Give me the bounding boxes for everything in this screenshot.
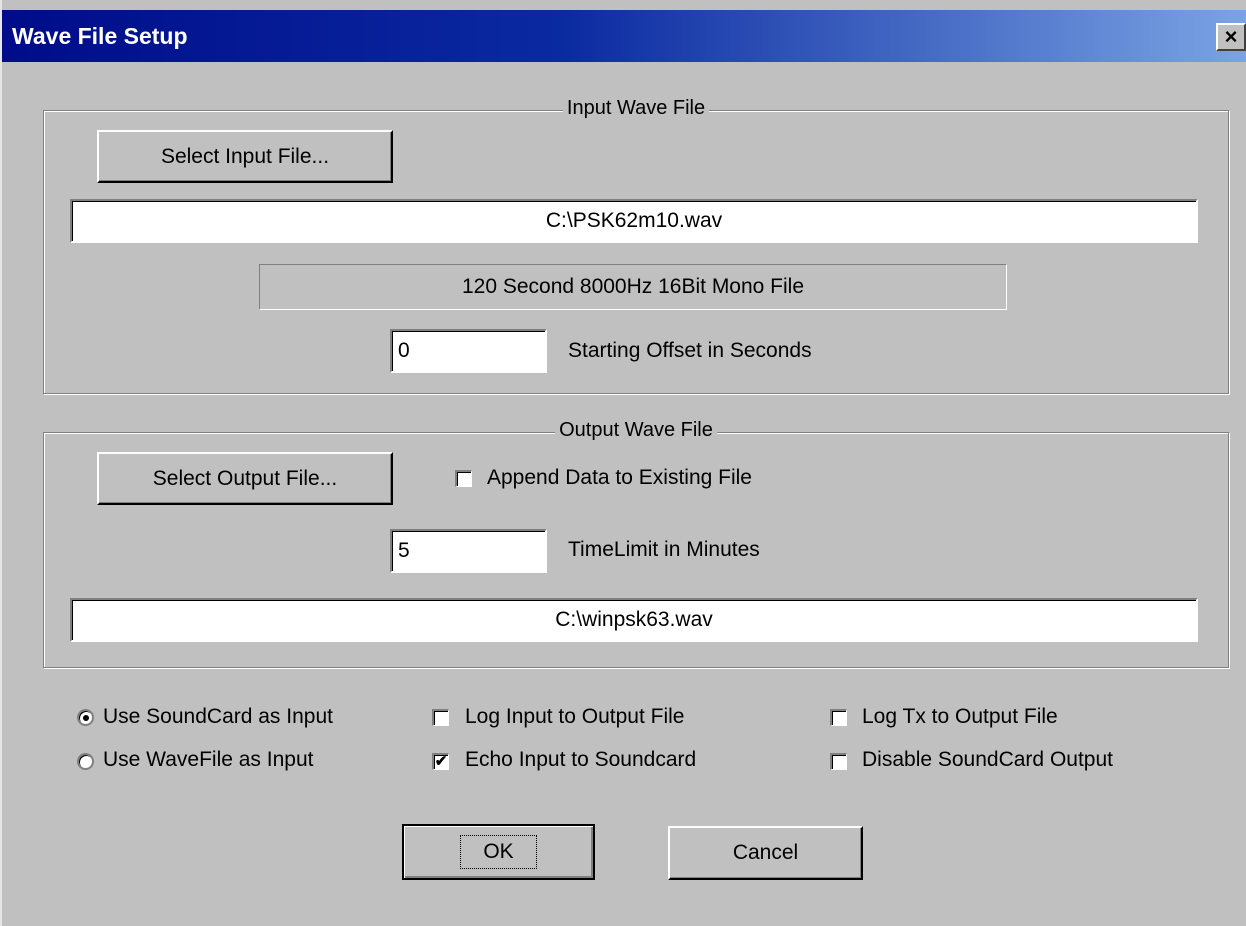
disable-output-checkbox[interactable] <box>830 753 847 770</box>
use-soundcard-label[interactable]: Use SoundCard as Input <box>103 705 333 729</box>
append-data-checkbox[interactable] <box>455 470 472 487</box>
title-bar: Wave File Setup × <box>2 10 1246 62</box>
ok-button[interactable]: OK <box>402 824 595 880</box>
window-title: Wave File Setup <box>12 23 188 49</box>
wave-file-setup-dialog: Wave File Setup × Input Wave File Select… <box>0 0 1246 926</box>
ok-button-label: OK <box>460 835 537 869</box>
disable-output-label[interactable]: Disable SoundCard Output <box>862 748 1113 772</box>
input-file-path-field[interactable]: C:\PSK62m10.wav <box>70 199 1198 243</box>
input-group-legend: Input Wave File <box>562 97 710 120</box>
use-soundcard-radio[interactable] <box>77 709 94 726</box>
use-wavefile-label[interactable]: Use WaveFile as Input <box>103 748 313 772</box>
time-limit-input[interactable]: 5 <box>390 529 547 573</box>
select-output-file-button[interactable]: Select Output File... <box>97 452 393 505</box>
echo-input-label[interactable]: Echo Input to Soundcard <box>465 748 696 772</box>
use-wavefile-radio[interactable] <box>77 753 94 770</box>
check-mark-icon: ✔ <box>434 753 448 770</box>
input-file-info: 120 Second 8000Hz 16Bit Mono File <box>259 264 1007 310</box>
log-tx-label[interactable]: Log Tx to Output File <box>862 705 1058 729</box>
radio-selected-dot <box>83 715 89 721</box>
cancel-button[interactable]: Cancel <box>668 826 863 880</box>
log-input-checkbox[interactable] <box>432 709 449 726</box>
append-data-label[interactable]: Append Data to Existing File <box>487 466 752 490</box>
output-group-legend: Output Wave File <box>555 419 717 442</box>
starting-offset-label: Starting Offset in Seconds <box>568 339 812 362</box>
close-icon[interactable]: × <box>1216 23 1246 51</box>
starting-offset-input[interactable]: 0 <box>390 329 547 373</box>
select-input-file-button[interactable]: Select Input File... <box>97 130 393 183</box>
log-tx-checkbox[interactable] <box>830 709 847 726</box>
output-file-path-field[interactable]: C:\winpsk63.wav <box>70 598 1198 642</box>
echo-input-checkbox[interactable]: ✔ <box>432 753 449 770</box>
log-input-label[interactable]: Log Input to Output File <box>465 705 684 729</box>
time-limit-label: TimeLimit in Minutes <box>568 538 760 561</box>
